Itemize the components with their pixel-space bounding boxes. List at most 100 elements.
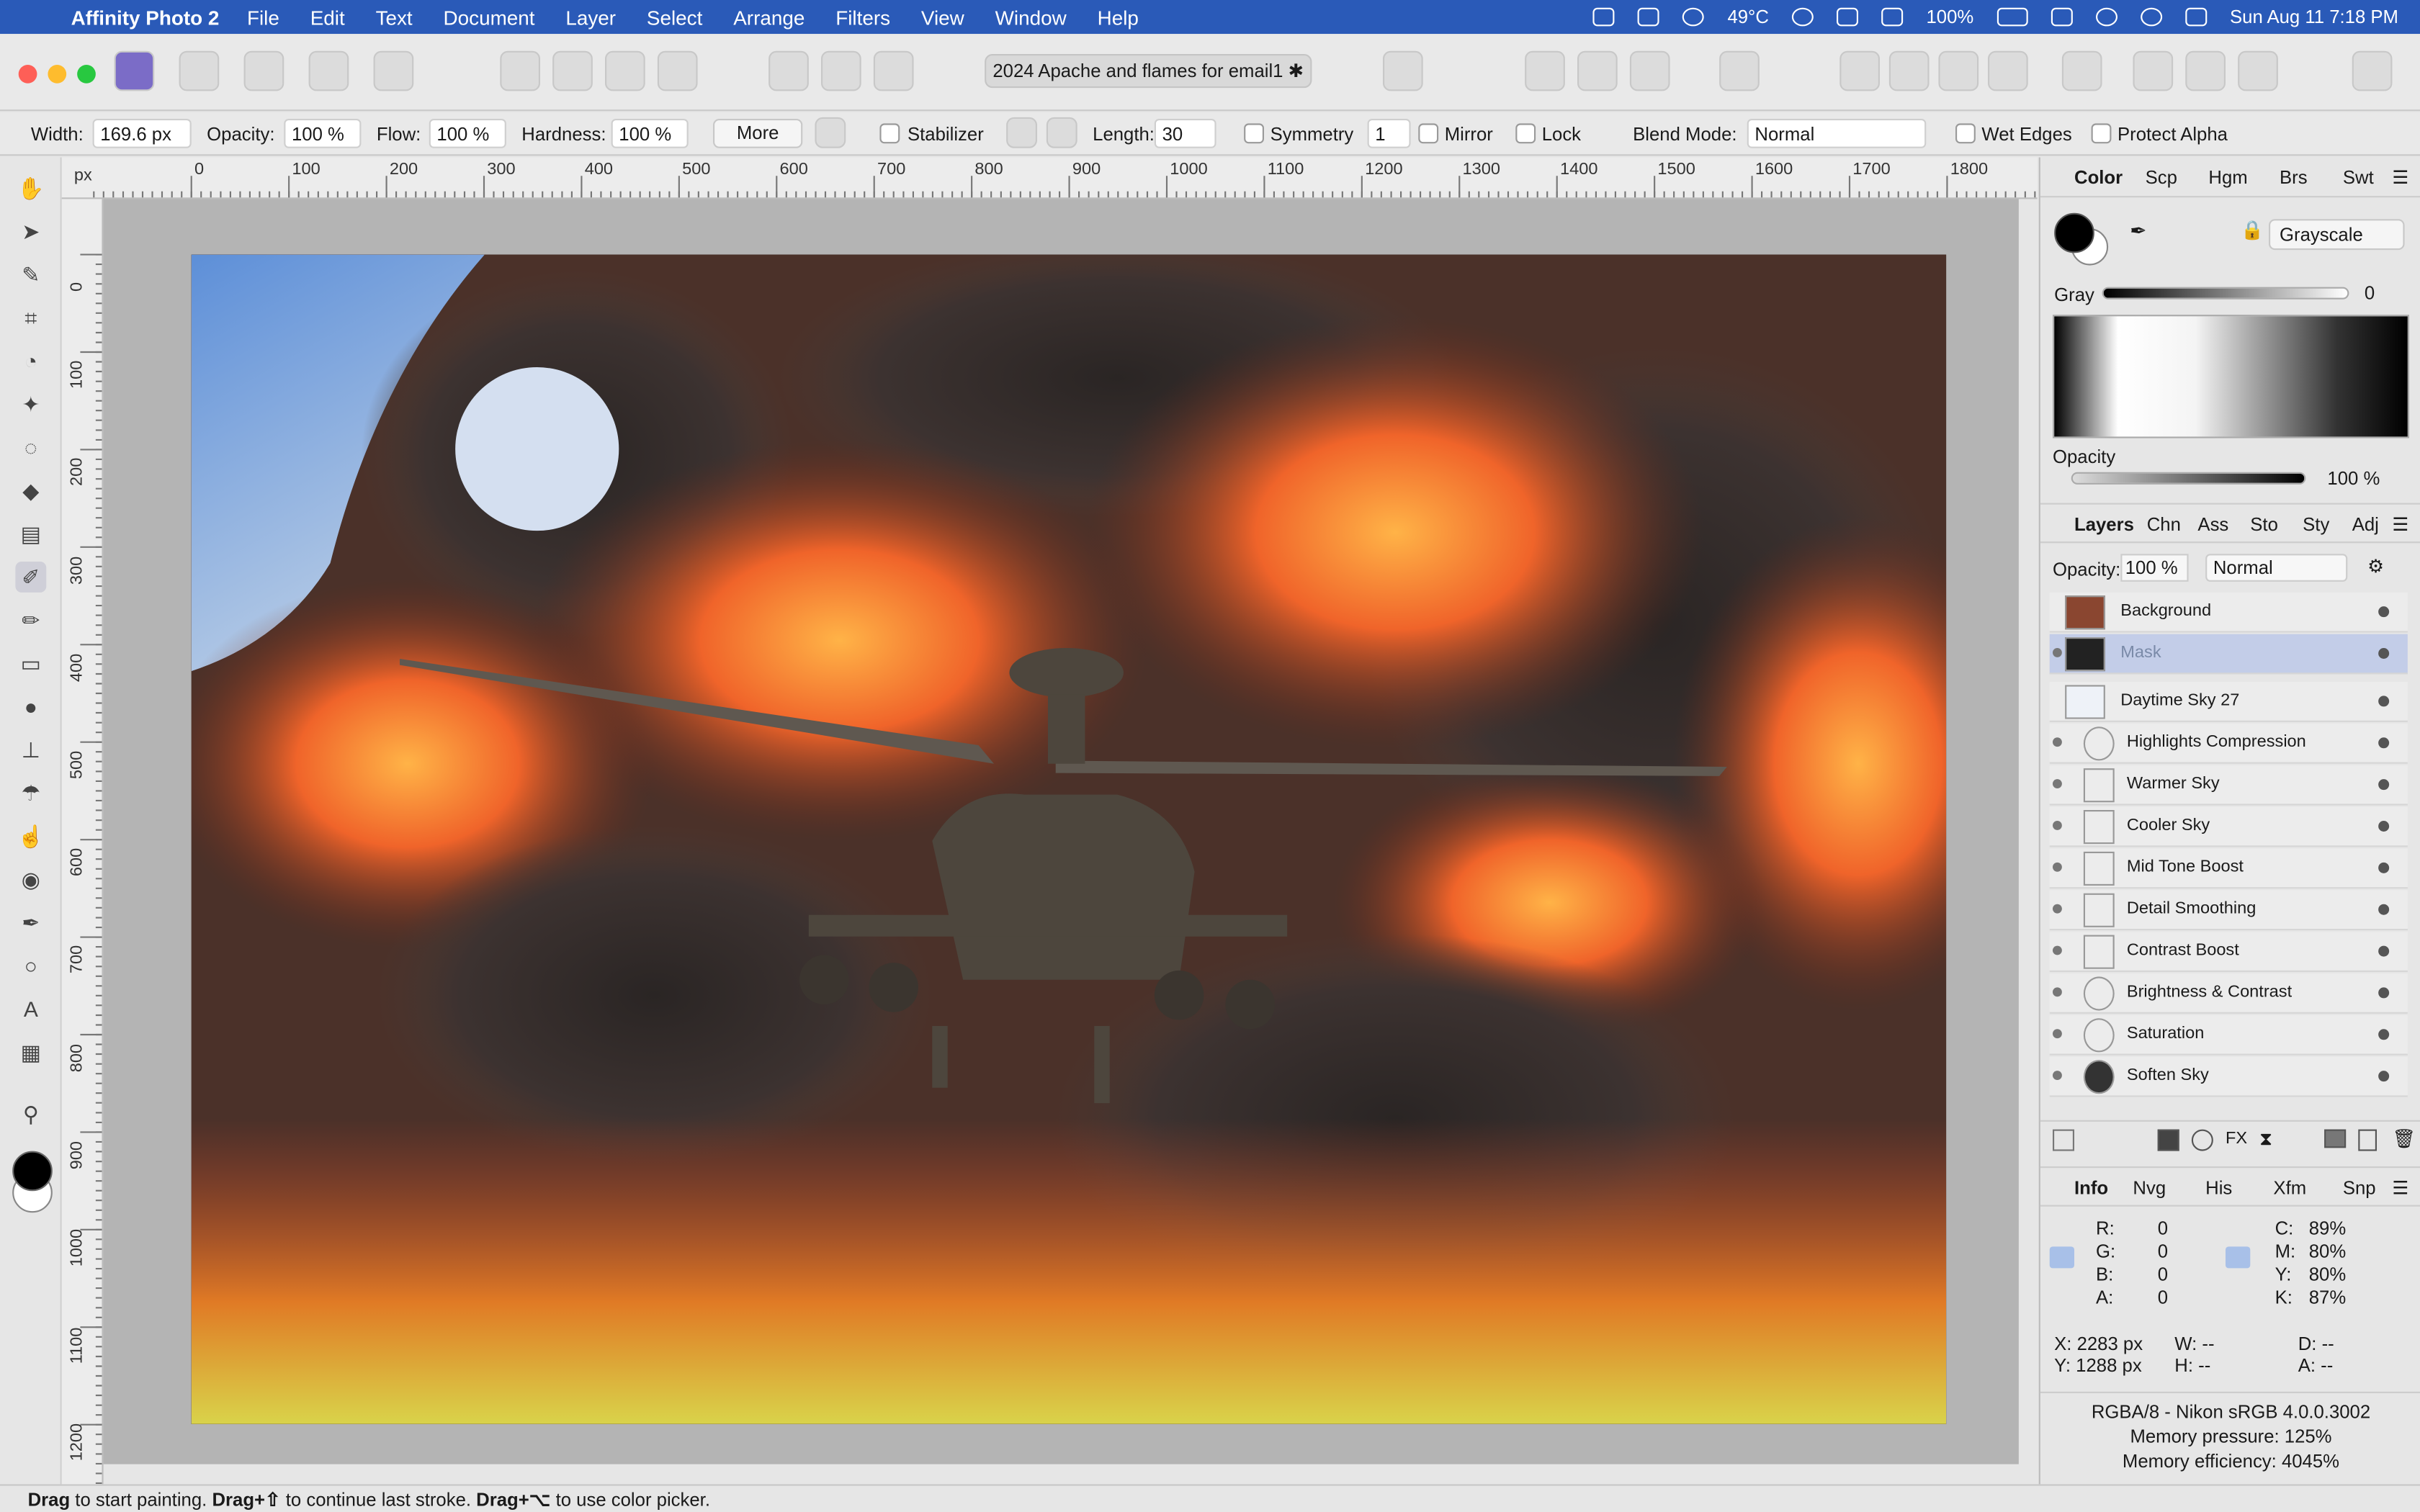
app-name-menu[interactable]: Affinity Photo 2 — [71, 6, 220, 29]
marquee-tool-icon[interactable]: ◌ — [15, 432, 46, 463]
zoom-tool-icon[interactable]: ⚲ — [15, 1099, 46, 1130]
tab-info[interactable]: Info — [2074, 1177, 2108, 1199]
tab-assets[interactable]: Ass — [2197, 514, 2228, 536]
visibility-eye-icon[interactable] — [2053, 945, 2062, 955]
photo-persona-icon[interactable] — [114, 50, 155, 91]
assistant-icon[interactable] — [1577, 50, 1618, 91]
boolean-add-icon[interactable] — [2133, 50, 2174, 91]
wifi-icon[interactable] — [2051, 7, 2073, 27]
clone-tool-icon[interactable]: ⊥ — [15, 734, 46, 765]
rope-mode-icon[interactable] — [1006, 117, 1037, 148]
fill-color-circle[interactable] — [2054, 212, 2094, 253]
tab-channels[interactable]: Chn — [2147, 514, 2181, 536]
visibility-eye-icon[interactable] — [2053, 862, 2062, 872]
length-field[interactable]: 30 — [1154, 119, 1216, 148]
document-title[interactable]: 2024 Apache and flames for email1 ✱ — [985, 54, 1312, 89]
liquify-persona-icon[interactable] — [179, 50, 220, 91]
visibility-eye-icon[interactable] — [2053, 1071, 2062, 1080]
dodge-tool-icon[interactable]: ● — [15, 691, 46, 722]
weather-icon[interactable] — [1682, 7, 1705, 27]
arrange-front-icon[interactable] — [1839, 50, 1880, 91]
layer-row[interactable]: Background — [2049, 592, 2408, 633]
visibility-eye-icon[interactable] — [2053, 904, 2062, 914]
flood-select-tool-icon[interactable]: ✦ — [15, 389, 46, 420]
pen-tool-icon[interactable]: ✒ — [15, 907, 46, 938]
panel-menu-icon[interactable]: ☰ — [2392, 166, 2408, 188]
layer-row[interactable]: Daytime Sky 27 — [2049, 682, 2408, 722]
more-button[interactable]: More — [712, 119, 803, 148]
symmetry-checkbox[interactable] — [1244, 123, 1264, 144]
menu-layer[interactable]: Layer — [565, 6, 616, 29]
battery-percent[interactable]: 100% — [1926, 6, 1973, 28]
menu-filters[interactable]: Filters — [835, 6, 890, 29]
visibility-dot-icon[interactable] — [2378, 1071, 2390, 1082]
visibility-dot-icon[interactable] — [2378, 737, 2390, 749]
width-field[interactable]: 169.6 px — [92, 119, 192, 148]
live-filter-icon[interactable]: ⧗ — [2259, 1128, 2272, 1151]
dropbox-icon[interactable] — [1593, 7, 1615, 27]
boolean-intersect-icon[interactable] — [2238, 50, 2278, 91]
paint-brush-tool-icon[interactable]: ✐ — [15, 562, 47, 593]
cmyk-sampler-pointer-icon[interactable] — [2226, 1246, 2251, 1269]
blur-brush-tool-icon[interactable]: ☂ — [15, 778, 46, 809]
layer-row[interactable]: Mask — [2049, 634, 2408, 675]
menu-file[interactable]: File — [247, 6, 279, 29]
search-icon[interactable] — [2140, 7, 2162, 27]
tab-transform[interactable]: Xfm — [2273, 1177, 2306, 1199]
control-center-icon[interactable] — [2184, 7, 2207, 27]
visibility-eye-icon[interactable] — [2053, 987, 2062, 997]
visibility-dot-icon[interactable] — [2378, 606, 2390, 618]
tab-color[interactable]: Color — [2074, 166, 2123, 188]
clock-icon[interactable] — [1792, 7, 1814, 27]
align-icon[interactable] — [2061, 50, 2102, 91]
tab-layers[interactable]: Layers — [2074, 514, 2134, 536]
text-tool-icon[interactable]: A — [15, 994, 46, 1025]
bluetooth-icon[interactable] — [1881, 7, 1904, 27]
layer-settings-gear-icon[interactable]: ⚙ — [2367, 555, 2384, 577]
visibility-dot-icon[interactable] — [2378, 1029, 2390, 1040]
menu-edit[interactable]: Edit — [310, 6, 345, 29]
gradient-tool-icon[interactable]: ▤ — [15, 518, 46, 549]
export-persona-icon[interactable] — [373, 50, 414, 91]
user-icon[interactable] — [2095, 7, 2118, 27]
menu-window[interactable]: Window — [995, 6, 1067, 29]
visibility-eye-icon[interactable] — [2053, 1029, 2062, 1039]
hand-tool-icon[interactable]: ✋ — [15, 173, 46, 204]
rgb-sampler-pointer-icon[interactable] — [2049, 1246, 2074, 1269]
auto-contrast-icon[interactable] — [552, 50, 593, 91]
add-pixel-layer-icon[interactable] — [2053, 1129, 2074, 1151]
primary-color-swatch[interactable] — [12, 1151, 53, 1192]
selection-brush-tool-icon[interactable]: ◔ — [15, 346, 46, 377]
tab-adjustments[interactable]: Adj — [2352, 514, 2379, 536]
auto-white-balance-icon[interactable] — [657, 50, 698, 91]
boolean-subtract-icon[interactable] — [2185, 50, 2226, 91]
visibility-dot-icon[interactable] — [2378, 648, 2390, 659]
add-layer-icon[interactable] — [2358, 1129, 2377, 1151]
visibility-dot-icon[interactable] — [2378, 904, 2390, 915]
minimize-window-button[interactable] — [48, 65, 67, 84]
opacity-value[interactable]: 100 % — [2327, 467, 2380, 489]
layer-row[interactable]: Highlights Compression — [2049, 723, 2408, 764]
pressure-icon[interactable] — [1629, 50, 1670, 91]
color-model-select[interactable]: Grayscale — [2269, 219, 2405, 251]
auto-colors-icon[interactable] — [605, 50, 645, 91]
menu-text[interactable]: Text — [376, 6, 413, 29]
account-icon[interactable] — [2352, 50, 2393, 91]
menu-arrange[interactable]: Arrange — [733, 6, 805, 29]
adjustment-layer-icon[interactable] — [2191, 1129, 2213, 1151]
document-image[interactable] — [191, 254, 1947, 1424]
tone-mapping-persona-icon[interactable] — [308, 50, 349, 91]
quick-mask-icon[interactable] — [1383, 50, 1423, 91]
layer-row[interactable]: Brightness & Contrast — [2049, 973, 2408, 1014]
tab-navigator[interactable]: Nvg — [2133, 1177, 2166, 1199]
smudge-tool-icon[interactable]: ☝ — [15, 821, 46, 852]
wet-edges-checkbox[interactable] — [1955, 123, 1976, 144]
visibility-dot-icon[interactable] — [2378, 987, 2390, 999]
crop-tool-icon[interactable]: ⌗ — [15, 302, 46, 333]
hardness-field[interactable]: 100 % — [611, 119, 689, 148]
levels-icon[interactable] — [500, 50, 540, 91]
menu-document[interactable]: Document — [444, 6, 535, 29]
blend-mode-select[interactable]: Normal — [1747, 119, 1927, 148]
lock-icon[interactable]: 🔒 — [2241, 219, 2264, 240]
visibility-dot-icon[interactable] — [2378, 779, 2390, 791]
